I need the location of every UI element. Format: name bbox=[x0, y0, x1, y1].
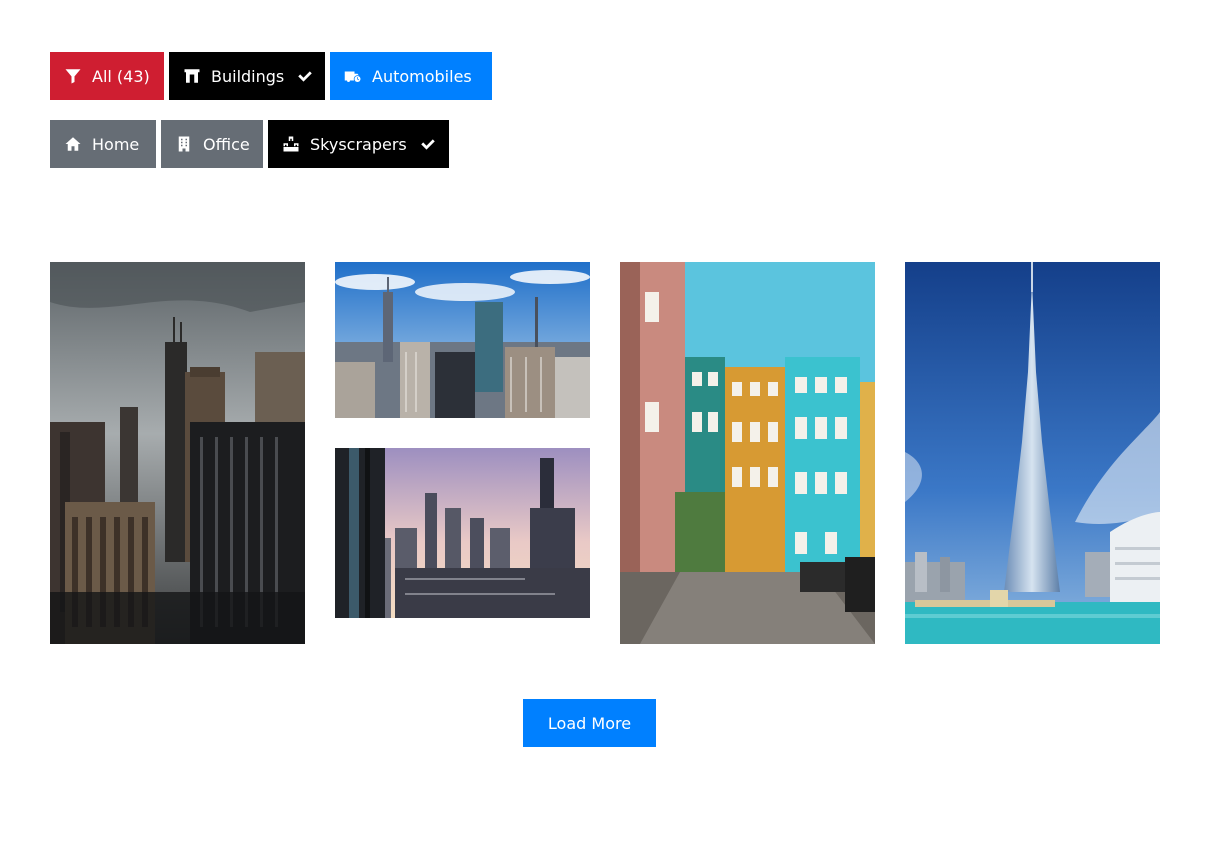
skyscrapers-icon bbox=[282, 135, 300, 153]
building-gate-icon bbox=[183, 67, 201, 85]
checkmark-icon bbox=[419, 135, 437, 153]
filter-icon bbox=[64, 67, 82, 85]
filter-button-home[interactable]: Home bbox=[50, 120, 156, 168]
filter-button-skyscrapers[interactable]: Skyscrapers bbox=[268, 120, 449, 168]
filter-button-office[interactable]: Office bbox=[161, 120, 263, 168]
filter-button-all[interactable]: All (43) bbox=[50, 52, 164, 100]
filter-button-label: Skyscrapers bbox=[310, 134, 407, 154]
filter-button-label: Automobiles bbox=[372, 66, 472, 86]
gallery-image-manhattan-skyline[interactable] bbox=[335, 262, 590, 418]
office-building-icon bbox=[175, 135, 193, 153]
filter-button-label: Home bbox=[92, 134, 140, 154]
filter-button-automobiles[interactable]: Automobiles bbox=[330, 52, 492, 100]
truck-clock-icon bbox=[344, 67, 362, 85]
filter-button-label: All (43) bbox=[92, 66, 150, 86]
filter-button-label: Buildings bbox=[211, 66, 285, 86]
gallery-image-colorful-houses[interactable] bbox=[620, 262, 875, 644]
gallery-image-sunset-skyline[interactable] bbox=[335, 448, 590, 618]
filter-button-buildings[interactable]: Buildings bbox=[169, 52, 325, 100]
load-more-button[interactable]: Load More bbox=[523, 699, 656, 747]
gallery-image-burj-khalifa[interactable] bbox=[905, 262, 1160, 644]
gallery-image-dark-skyline[interactable] bbox=[50, 262, 305, 644]
filter-button-label: Office bbox=[203, 134, 250, 154]
checkmark-icon bbox=[296, 67, 314, 85]
home-icon bbox=[64, 135, 82, 153]
